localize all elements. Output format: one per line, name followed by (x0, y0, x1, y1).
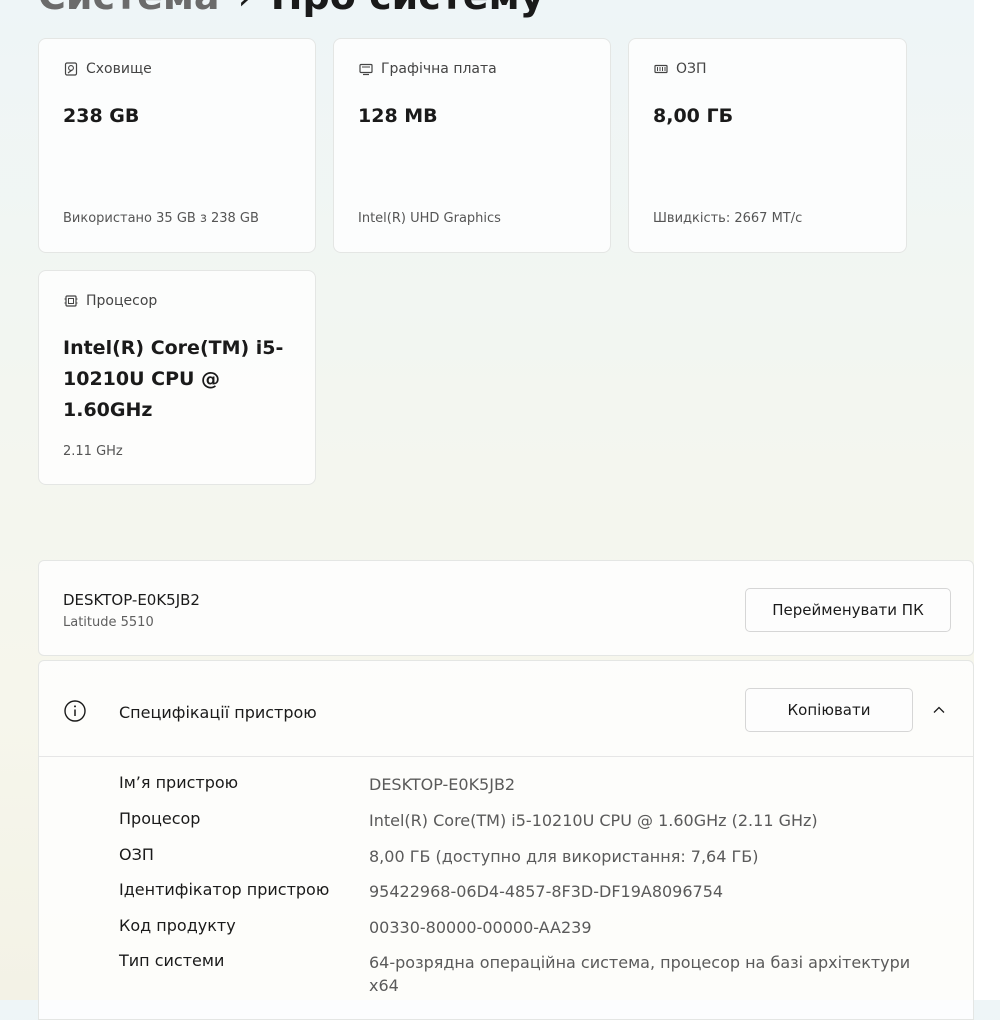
storage-card: Сховище 238 GB Використано 35 GB з 238 G… (38, 38, 316, 253)
graphics-card: Графічна плата 128 MB Intel(R) UHD Graph… (333, 38, 611, 253)
graphics-card-header: Графічна плата (358, 61, 497, 77)
cpu-card-header: Процесор (63, 293, 157, 309)
spec-value: 64-розрядна операційна система, процесор… (369, 953, 911, 995)
spec-value: 95422968-06D4-4857-8F3D-DF19A8096754 (369, 882, 724, 901)
storage-detail: Використано 35 GB з 238 GB (63, 211, 259, 226)
ram-card: ОЗП 8,00 ГБ Швидкість: 2667 MT/с (628, 38, 907, 253)
spec-key: Ім’я пристрою (119, 773, 239, 792)
cpu-card: Процесор Intel(R) Core(TM) i5-10210U CPU… (38, 270, 316, 485)
cpu-detail: 2.11 GHz (63, 444, 123, 459)
ram-label: ОЗП (676, 61, 707, 77)
rename-pc-button[interactable]: Перейменувати ПК (745, 588, 951, 632)
page-title-text: Про систему (271, 0, 545, 18)
graphics-label: Графічна плата (381, 61, 497, 77)
spec-value: 8,00 ГБ (доступно для використання: 7,64… (369, 847, 759, 866)
ram-icon (653, 61, 669, 77)
pc-name-card: DESKTOP-E0K5JB2 Latitude 5510 Перейменув… (38, 560, 974, 656)
graphics-detail: Intel(R) UHD Graphics (358, 211, 501, 226)
device-specs-header[interactable]: Специфікації пристрою Копіювати (39, 661, 973, 757)
storage-icon (63, 61, 79, 77)
pc-name: DESKTOP-E0K5JB2 (63, 591, 200, 609)
spec-key: ОЗП (119, 845, 154, 864)
spec-key: Процесор (119, 809, 201, 828)
storage-value: 238 GB (63, 105, 140, 127)
spec-key: Код продукту (119, 916, 236, 935)
spec-key: Тип системи (119, 951, 225, 970)
spec-key: Ідентифікатор пристрою (119, 880, 330, 899)
pc-model: Latitude 5510 (63, 615, 154, 630)
graphics-value: 128 MB (358, 105, 438, 127)
cpu-label: Процесор (86, 293, 158, 309)
breadcrumb-system[interactable]: Система (38, 0, 220, 18)
spec-value: DESKTOP-E0K5JB2 (369, 775, 516, 794)
ram-detail: Швидкість: 2667 MT/с (653, 211, 803, 226)
page-title: Система›Про систему (38, 0, 544, 18)
info-icon (63, 699, 87, 723)
cpu-icon (63, 293, 79, 309)
ram-value: 8,00 ГБ (653, 105, 734, 127)
copy-button[interactable]: Копіювати (745, 688, 913, 732)
chevron-up-icon[interactable] (928, 699, 950, 721)
graphics-card-icon (358, 61, 374, 77)
storage-label: Сховище (86, 61, 152, 77)
spec-value: Intel(R) Core(TM) i5-10210U CPU @ 1.60GH… (369, 811, 818, 830)
window-edge (974, 0, 1000, 1000)
cpu-value: Intel(R) Core(TM) i5-10210U CPU @ 1.60GH… (63, 337, 284, 421)
spec-value: 00330-80000-00000-AA239 (369, 918, 592, 937)
breadcrumb-separator: › (220, 0, 271, 18)
ram-card-header: ОЗП (653, 61, 707, 77)
storage-card-header: Сховище (63, 61, 152, 77)
device-specs-panel: Специфікації пристрою Копіювати Ім’я при… (38, 660, 974, 1020)
device-specs-title: Специфікації пристрою (119, 703, 317, 722)
